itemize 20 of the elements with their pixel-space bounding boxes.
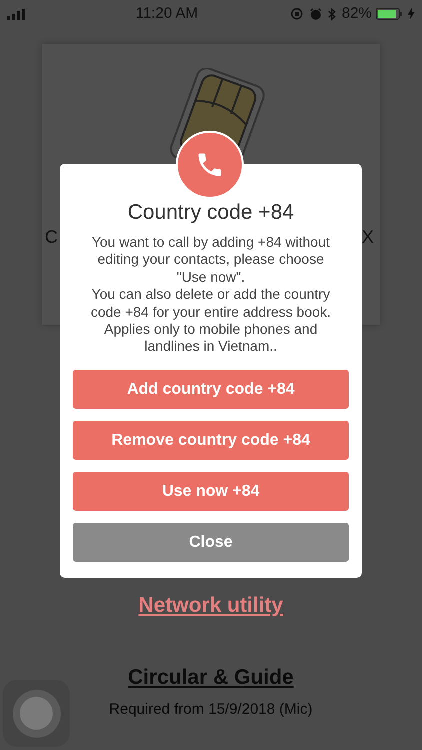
- charging-icon: [408, 8, 416, 20]
- link[interactable]: Network utility: [138, 590, 284, 622]
- dialog-button[interactable]: Use now +84: [73, 472, 349, 511]
- dialog-button[interactable]: Close: [73, 522, 349, 562]
- status-time: 11:20 AM: [136, 4, 198, 24]
- battery-percent: 82%: [342, 4, 372, 24]
- assistive-touch-button[interactable]: [3, 680, 70, 747]
- card-text: C: [45, 226, 58, 249]
- signal-icon: [7, 8, 25, 20]
- dialog-button[interactable]: Remove country code +84: [73, 420, 349, 460]
- dialog-message: You want to call by adding +84 without editing your contacts, please choose "Use now". You can also delete or add the country code +84 for your entire address book. Applies only to mobile phones and landlines in Vietnam..: [90, 234, 332, 356]
- bluetooth-icon: [328, 8, 336, 20]
- note-text: Required from 15/9/2018 (Mic): [109, 700, 313, 720]
- dialog-button[interactable]: Add country code +84: [73, 370, 349, 409]
- rotation-lock-icon: [290, 8, 303, 20]
- battery-icon: [376, 8, 404, 20]
- link[interactable]: Circular & Guide: [128, 662, 294, 693]
- dialog-title: Country code +84: [128, 200, 294, 226]
- alarm-icon: [310, 8, 322, 20]
- card-text: X: [362, 226, 374, 249]
